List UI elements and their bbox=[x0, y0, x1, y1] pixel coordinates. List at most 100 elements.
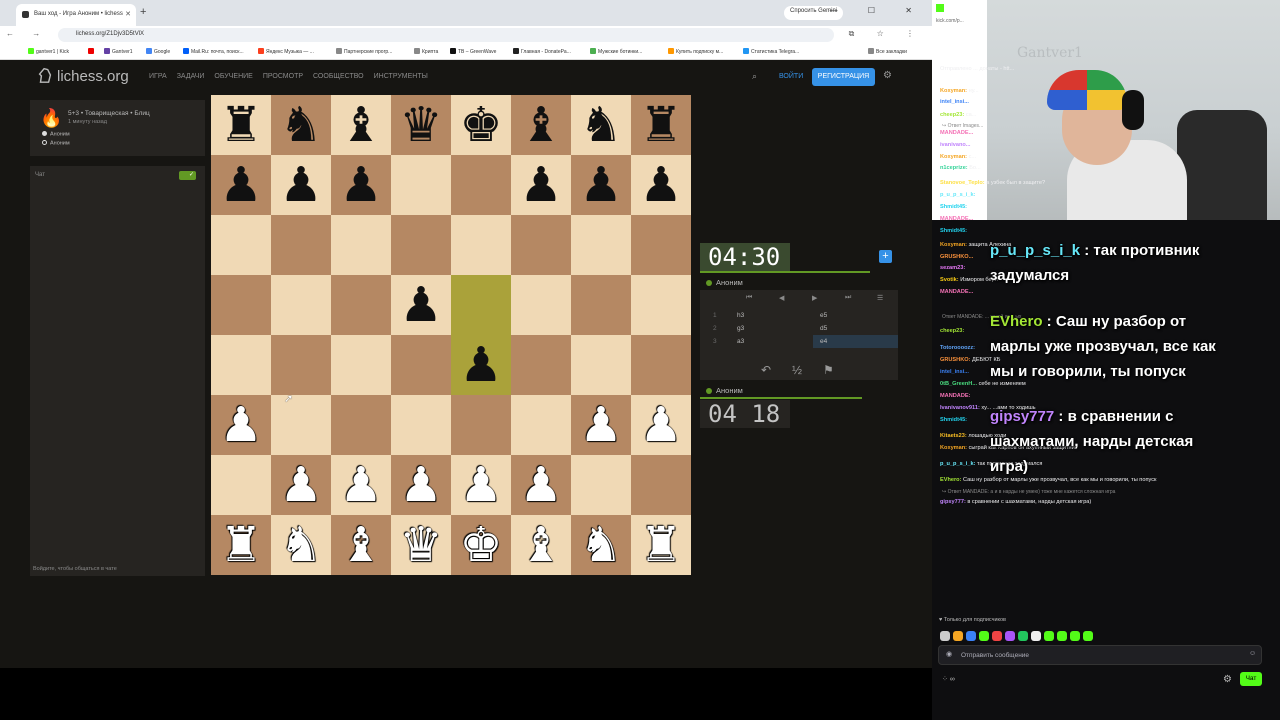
bookmark-item[interactable]: Все закладки bbox=[868, 48, 907, 55]
board-square[interactable] bbox=[391, 155, 451, 215]
board-square[interactable]: ♟ bbox=[571, 395, 631, 455]
board-square[interactable]: ♟ bbox=[451, 335, 511, 395]
board-square[interactable] bbox=[511, 215, 571, 275]
black-queen-icon[interactable]: ♛ bbox=[391, 95, 451, 155]
board-square[interactable]: ♟ bbox=[391, 455, 451, 515]
bottom-player[interactable]: Аноним bbox=[706, 386, 743, 395]
white-king-icon[interactable]: ♚ bbox=[451, 515, 511, 575]
chat-username[interactable]: p_u_p_s_i_k: bbox=[940, 192, 975, 198]
chat-username[interactable]: intel_insi... bbox=[940, 99, 969, 105]
white-rook-icon[interactable]: ♜ bbox=[631, 515, 691, 575]
board-square[interactable]: ♟ bbox=[331, 155, 391, 215]
board-square[interactable] bbox=[331, 275, 391, 335]
bookmark-item[interactable]: Партнерские прогр... bbox=[336, 48, 392, 55]
chat-username[interactable]: cheep23: bbox=[940, 328, 964, 334]
board-square[interactable] bbox=[511, 335, 571, 395]
board-square[interactable] bbox=[271, 275, 331, 335]
chat-username[interactable]: Koxyman: bbox=[940, 88, 967, 94]
chat-username[interactable]: EVhero: bbox=[940, 477, 961, 483]
board-square[interactable] bbox=[571, 335, 631, 395]
bookmark-item[interactable] bbox=[88, 48, 96, 55]
top-player[interactable]: Аноним bbox=[706, 278, 743, 287]
move-san[interactable]: d5 bbox=[820, 325, 827, 332]
emote-icon[interactable] bbox=[966, 631, 976, 641]
white-pawn-icon[interactable]: ♟ bbox=[211, 395, 271, 455]
board-square[interactable] bbox=[211, 335, 271, 395]
chat-send-button[interactable]: Чат bbox=[1240, 672, 1262, 686]
move-nav-button[interactable]: ◀ bbox=[779, 294, 784, 302]
black-pawn-icon[interactable]: ♟ bbox=[571, 155, 631, 215]
board-square[interactable]: ♟ bbox=[631, 395, 691, 455]
board-square[interactable]: ♛ bbox=[391, 515, 451, 575]
board-square[interactable]: ♜ bbox=[211, 515, 271, 575]
emote-icon[interactable] bbox=[979, 631, 989, 641]
board-square[interactable]: ♞ bbox=[571, 515, 631, 575]
bookmark-item[interactable]: Статистика Telegra... bbox=[743, 48, 799, 55]
bookmark-item[interactable]: Google bbox=[146, 48, 170, 55]
board-square[interactable]: ♟ bbox=[271, 455, 331, 515]
board-square[interactable]: ♜ bbox=[631, 515, 691, 575]
move-nav-button[interactable]: ☰ bbox=[877, 294, 883, 302]
board-square[interactable]: ♟ bbox=[271, 155, 331, 215]
chess-board[interactable]: ♜ ♞ ♝ ♛ ♚ ♝ ♞ ♜ ♟ ♟ ♟ ♟ ♟ ♟ ♟ ♟ ♟ ♟ ♟ ♟ ♟ ♟ ♟ ♟ ♜ ♞ ♝ ♛ ♚ ♝ ♞ ♜ bbox=[211, 95, 691, 575]
add-time-button[interactable]: + bbox=[879, 250, 892, 263]
chat-username[interactable]: Stanovoe_Teplo: bbox=[940, 180, 985, 186]
white-bishop-icon[interactable]: ♝ bbox=[511, 515, 571, 575]
board-square[interactable]: ♝ bbox=[511, 95, 571, 155]
board-square[interactable]: ♝ bbox=[331, 515, 391, 575]
move-san[interactable]: e5 bbox=[820, 312, 827, 319]
board-square[interactable] bbox=[451, 395, 511, 455]
board-square[interactable] bbox=[271, 395, 331, 455]
board-square[interactable] bbox=[631, 275, 691, 335]
white-pawn-icon[interactable]: ♟ bbox=[391, 455, 451, 515]
chat-username[interactable]: MANDADE... bbox=[940, 130, 973, 136]
board-square[interactable] bbox=[571, 215, 631, 275]
move-nav-button[interactable]: ⏭ bbox=[845, 294, 851, 302]
move-nav-button[interactable]: ▶ bbox=[812, 294, 817, 302]
nav-item[interactable]: Обучение bbox=[214, 73, 252, 80]
chat-username[interactable]: n1ceprize: bbox=[940, 165, 968, 171]
board-square[interactable]: ♜ bbox=[631, 95, 691, 155]
black-rook-icon[interactable]: ♜ bbox=[631, 95, 691, 155]
black-bishop-icon[interactable]: ♝ bbox=[331, 95, 391, 155]
board-square[interactable]: ♟ bbox=[331, 455, 391, 515]
tab-close-icon[interactable]: ✕ bbox=[125, 10, 131, 18]
board-square[interactable] bbox=[451, 275, 511, 335]
board-square[interactable]: ♚ bbox=[451, 95, 511, 155]
chat-settings-icon[interactable]: ⚙ bbox=[1223, 674, 1232, 685]
board-square[interactable]: ♜ bbox=[211, 95, 271, 155]
board-square[interactable] bbox=[271, 215, 331, 275]
chat-extras[interactable]: ⁘ ∞ bbox=[942, 675, 955, 683]
emote-icon[interactable] bbox=[1031, 631, 1041, 641]
board-square[interactable] bbox=[511, 395, 571, 455]
resign-button[interactable]: ⚑ bbox=[823, 363, 834, 377]
board-square[interactable] bbox=[331, 395, 391, 455]
window-controls[interactable]: — ☐ ✕ bbox=[830, 6, 926, 15]
board-square[interactable] bbox=[211, 455, 271, 515]
emote-icon[interactable] bbox=[1057, 631, 1067, 641]
board-square[interactable] bbox=[391, 395, 451, 455]
white-knight-icon[interactable]: ♞ bbox=[271, 515, 331, 575]
chat-username[interactable]: Koxyman: bbox=[940, 242, 967, 248]
black-rook-icon[interactable]: ♜ bbox=[211, 95, 271, 155]
chat-username[interactable]: Shmidt45: bbox=[940, 204, 967, 210]
move-san[interactable]: h3 bbox=[737, 312, 744, 319]
white-pawn-icon[interactable]: ♟ bbox=[451, 455, 511, 515]
bookmark-item[interactable]: ТВ – GreenWave bbox=[450, 48, 496, 55]
black-king-icon[interactable]: ♚ bbox=[451, 95, 511, 155]
chat-username[interactable]: Shmidt45: bbox=[940, 228, 967, 234]
black-pawn-icon[interactable]: ♟ bbox=[331, 155, 391, 215]
board-square[interactable]: ♟ bbox=[211, 395, 271, 455]
board-square[interactable]: ♝ bbox=[511, 515, 571, 575]
black-pawn-icon[interactable]: ♟ bbox=[271, 155, 331, 215]
white-pawn-icon[interactable]: ♟ bbox=[631, 395, 691, 455]
bookmark-item[interactable]: Gantver1 bbox=[104, 48, 133, 55]
bookmark-item[interactable]: Яндекс Музыка — ... bbox=[258, 48, 314, 55]
black-pawn-icon[interactable]: ♟ bbox=[451, 335, 511, 395]
board-square[interactable]: ♞ bbox=[271, 515, 331, 575]
white-bishop-icon[interactable]: ♝ bbox=[331, 515, 391, 575]
board-square[interactable]: ♟ bbox=[211, 155, 271, 215]
white-pawn-icon[interactable]: ♟ bbox=[511, 455, 571, 515]
board-square[interactable] bbox=[571, 455, 631, 515]
black-player[interactable]: Аноним bbox=[42, 140, 70, 147]
